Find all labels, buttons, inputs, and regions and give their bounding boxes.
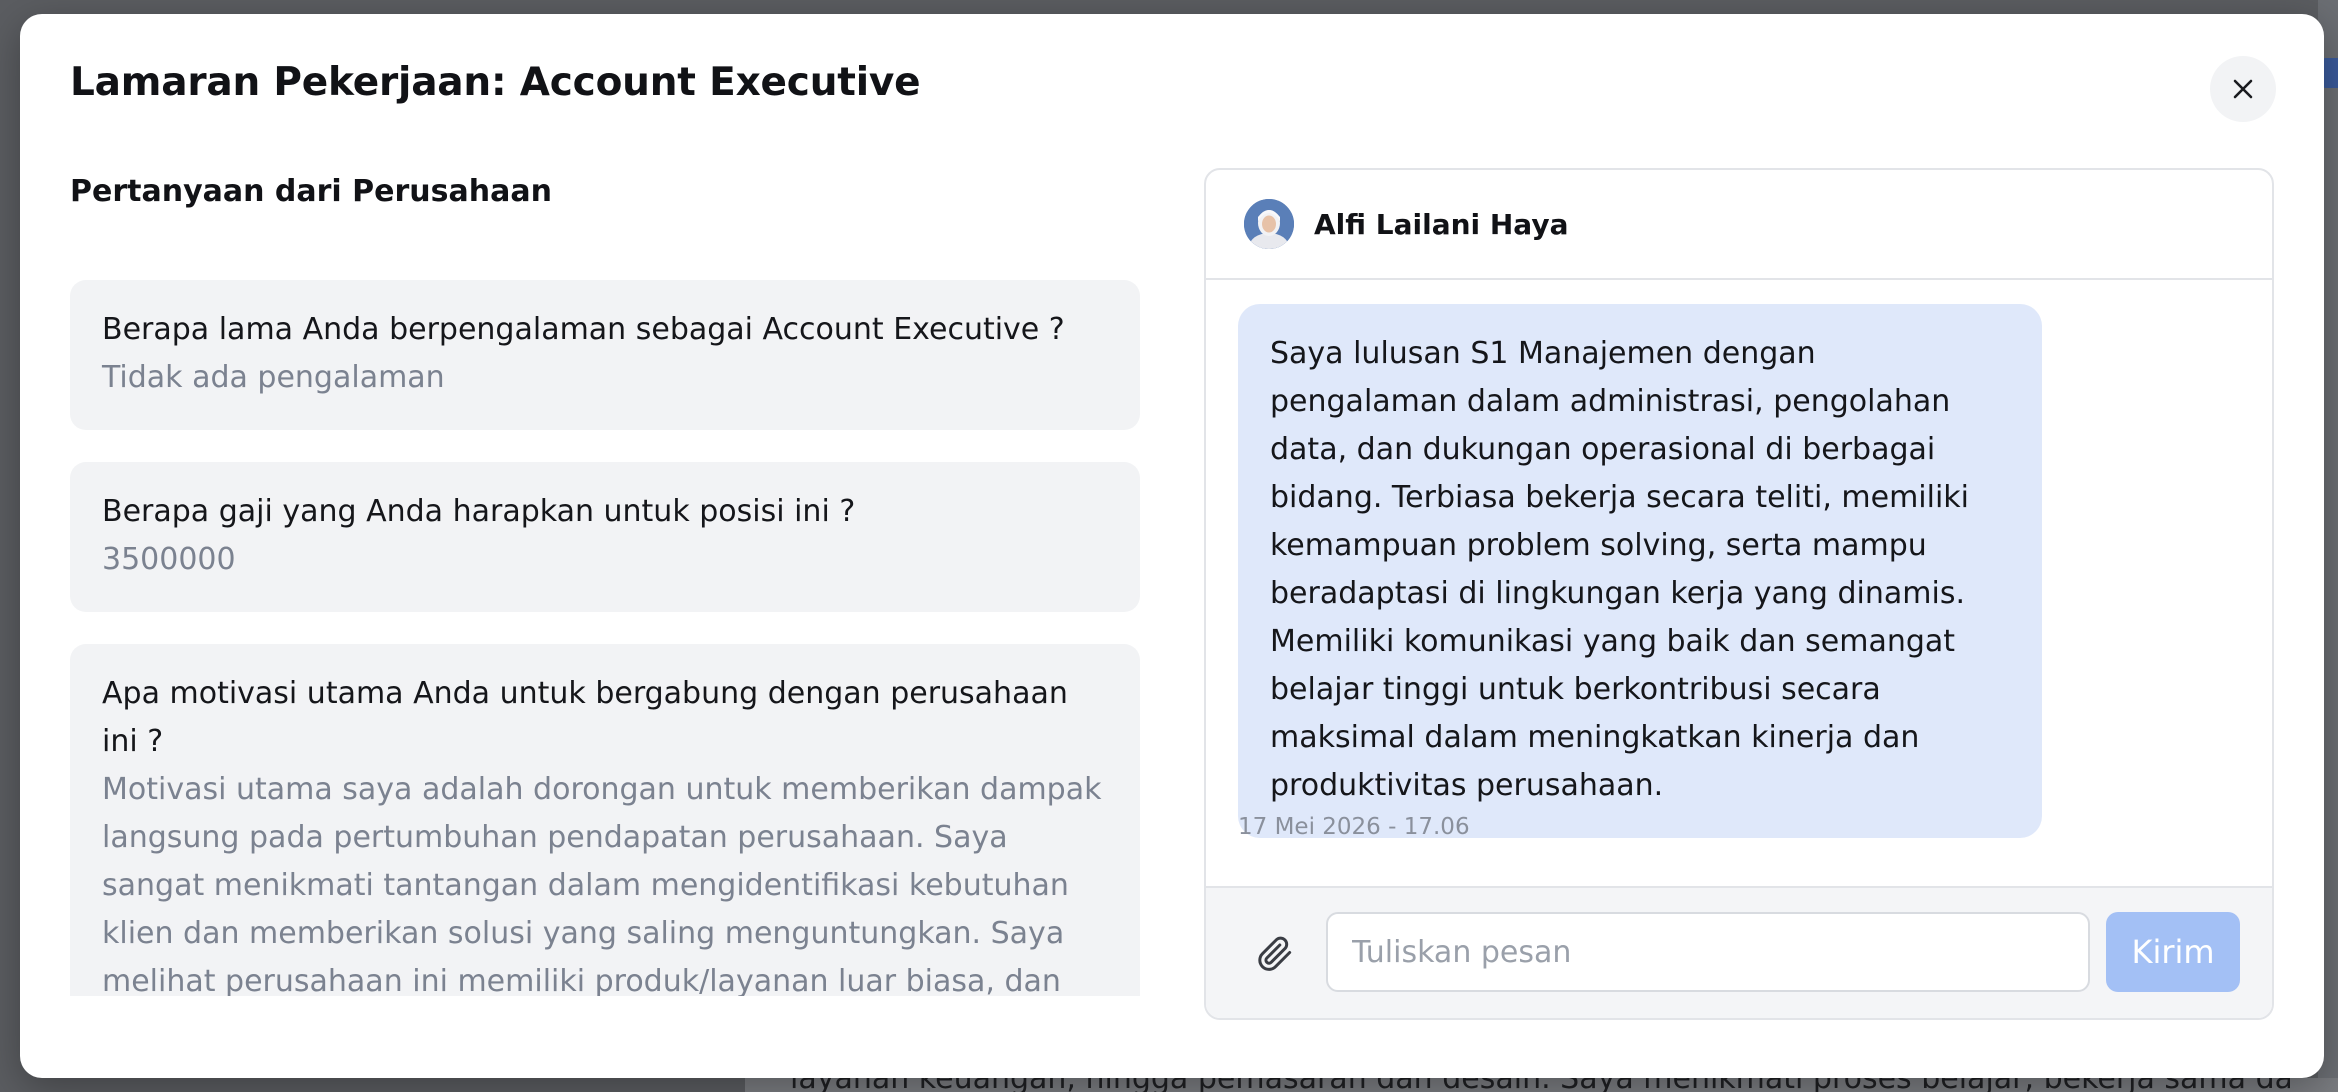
- chat-panel: Alfi Lailani Haya Saya lulusan S1 Manaje…: [1204, 168, 2274, 1020]
- avatar: [1244, 199, 1294, 249]
- close-icon: [2233, 79, 2253, 99]
- question-text: Apa motivasi utama Anda untuk bergabung …: [102, 676, 1068, 759]
- answer-text: Motivasi utama saya adalah dorongan untu…: [102, 772, 1102, 996]
- question-card: Berapa gaji yang Anda harapkan untuk pos…: [70, 462, 1140, 612]
- message-input[interactable]: [1326, 912, 2090, 992]
- job-application-modal: Lamaran Pekerjaan: Account Executive Per…: [20, 14, 2324, 1078]
- send-button[interactable]: Kirim: [2106, 912, 2240, 992]
- message-timestamp: 17 Mei 2026 - 17.06: [1238, 814, 1470, 840]
- chat-header: Alfi Lailani Haya: [1206, 170, 2272, 280]
- questions-list[interactable]: Berapa lama Anda berpengalaman sebagai A…: [70, 280, 1140, 996]
- close-button[interactable]: [2210, 56, 2276, 122]
- paperclip-icon: [1258, 936, 1292, 971]
- chat-composer: Kirim: [1206, 886, 2272, 1018]
- chat-contact-name: Alfi Lailani Haya: [1314, 207, 1569, 241]
- question-text: Berapa gaji yang Anda harapkan untuk pos…: [102, 494, 856, 529]
- question-card: Berapa lama Anda berpengalaman sebagai A…: [70, 280, 1140, 430]
- chat-messages[interactable]: Saya lulusan S1 Manajemen dengan pengala…: [1206, 280, 2272, 890]
- message-bubble: Saya lulusan S1 Manajemen dengan pengala…: [1238, 304, 2042, 838]
- modal-title: Lamaran Pekerjaan: Account Executive: [70, 60, 921, 105]
- answer-text: Tidak ada pengalaman: [102, 360, 445, 395]
- attach-button[interactable]: [1250, 930, 1298, 978]
- questions-section-title: Pertanyaan dari Perusahaan: [70, 174, 552, 209]
- question-text: Berapa lama Anda berpengalaman sebagai A…: [102, 312, 1065, 347]
- question-card: Apa motivasi utama Anda untuk bergabung …: [70, 644, 1140, 996]
- avatar-image: [1244, 199, 1294, 249]
- answer-text: 3500000: [102, 542, 236, 577]
